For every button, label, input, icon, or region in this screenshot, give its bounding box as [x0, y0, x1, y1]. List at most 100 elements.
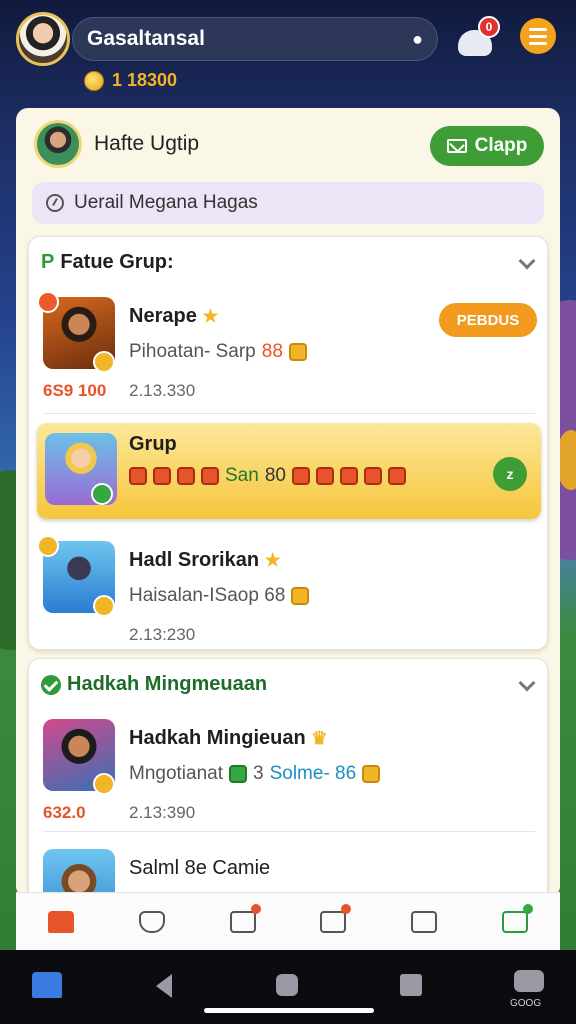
clock-icon	[46, 194, 64, 212]
item-score: 6S9 100	[43, 381, 107, 400]
list-item[interactable]: Hadl Srorikan ★ Haisalan-ISaop 68 2.13:2…	[29, 533, 547, 649]
coin-badge-icon	[93, 773, 115, 795]
gift-icon	[291, 467, 310, 485]
notification-dot	[250, 903, 261, 914]
info-text: Uerail Megana Hagas	[74, 192, 258, 213]
item-subtitle: Pihoatan- Sarp 88	[129, 341, 307, 363]
item-name-text: Hadkah Mingieuan	[129, 727, 306, 749]
list-item-highlighted[interactable]: Grup San 80 z	[37, 423, 541, 519]
mic-icon[interactable]: ●	[412, 29, 423, 50]
home-icon[interactable]	[32, 972, 62, 998]
section-card-featured: P Fatue Grup: Nerape ★ Pihoatan- Sarp 88…	[28, 236, 548, 650]
gift-number: 80	[264, 465, 286, 486]
star-icon: ★	[264, 550, 281, 570]
tab-chat[interactable]	[313, 902, 353, 942]
item-score: 632.0	[43, 803, 86, 822]
search-input[interactable]: Gasaltansal ●	[72, 17, 438, 61]
notifications-button[interactable]: 0	[456, 16, 500, 56]
go-button[interactable]: z	[493, 457, 527, 491]
item-subtitle: Haisalan-ISaop 68	[129, 585, 310, 607]
coin-badge-icon	[93, 351, 115, 373]
item-subtitle-number: 3	[253, 763, 264, 784]
notification-badge: 0	[478, 16, 500, 38]
section-title: Hadkah Mingmeuaan	[67, 673, 268, 695]
coin-badge-icon	[93, 595, 115, 617]
group-avatar[interactable]	[34, 120, 82, 168]
home-circle-icon[interactable]	[276, 974, 298, 996]
item-name-text: Nerape	[129, 305, 197, 327]
clapp-label: Clapp	[474, 135, 528, 156]
list-item[interactable]: Hadkah Mingieuan ♛ Mngotianat 3 Solme- 8…	[29, 711, 547, 827]
gift-icon	[362, 765, 381, 783]
dice-icon	[229, 910, 256, 933]
gift-icon	[153, 467, 171, 485]
tab-games[interactable]	[223, 902, 263, 942]
bottom-tab-bar	[16, 892, 560, 950]
tab-home[interactable]	[41, 902, 81, 942]
item-subtitle: Mngotianat 3 Solme- 86	[129, 763, 381, 785]
list-item[interactable]: Nerape ★ Pihoatan- Sarp 88 6S9 100 2.13.…	[29, 289, 547, 405]
section-title: Fatue Grup:	[60, 251, 174, 273]
coin-icon	[84, 70, 104, 91]
item-subtitle-number: 88	[261, 341, 283, 362]
item-name-text: Hadl Srorikan	[129, 549, 260, 571]
item-badge-icon	[37, 291, 59, 313]
menu-icon-line	[529, 41, 547, 45]
gift-icon	[288, 343, 307, 361]
divider	[43, 413, 535, 414]
section-header[interactable]: P Fatue Grup:	[41, 251, 174, 274]
item-name: Salml 8e Camie	[129, 857, 271, 879]
chevron-down-icon[interactable]	[518, 674, 536, 692]
item-time: 2.13:390	[129, 803, 196, 822]
tab-wallet[interactable]	[495, 902, 535, 942]
home-icon	[48, 910, 75, 933]
notification-dot	[341, 903, 352, 914]
gift-icon	[291, 587, 310, 605]
group-title: Hafte Ugtip	[94, 132, 200, 155]
gift-icon	[177, 467, 195, 485]
menu-button[interactable]	[520, 18, 556, 54]
list-item[interactable]: Salml 8e Camie	[29, 841, 547, 898]
section-card-weekly: Hadkah Mingmeuaan Hadkah Mingieuan ♛ Mng…	[28, 658, 548, 898]
coin-badge-icon	[37, 535, 59, 557]
gift-icon	[363, 467, 382, 485]
bonus-button[interactable]: PEBDUS	[439, 303, 537, 337]
message-icon	[410, 910, 437, 933]
item-subtitle-text: Pihoatan- Sarp	[129, 341, 256, 362]
gift-icon	[387, 467, 406, 485]
search-text: Gasaltansal	[87, 27, 205, 50]
recents-icon[interactable]	[400, 974, 422, 996]
bottle-icon	[229, 765, 248, 783]
tab-messages[interactable]	[404, 902, 444, 942]
back-icon[interactable]	[156, 974, 172, 998]
divider	[43, 831, 535, 832]
coin-value: 1 18300	[112, 70, 178, 90]
gesture-bar[interactable]	[204, 1008, 374, 1013]
star-icon: ★	[202, 306, 219, 326]
item-subtitle-text: Mngotianat	[129, 763, 224, 784]
mail-icon	[446, 139, 467, 153]
check-badge-icon	[91, 483, 113, 505]
section-header[interactable]: Hadkah Mingmeuaan	[41, 673, 267, 696]
gift-text: San	[225, 465, 259, 486]
menu-icon-line	[529, 27, 547, 31]
tab-shield[interactable]	[132, 902, 172, 942]
section-prefix: P	[41, 251, 55, 273]
assistant-icon[interactable]	[514, 970, 544, 992]
item-time: 2.13:230	[129, 625, 196, 644]
user-avatar[interactable]	[16, 12, 70, 66]
chevron-down-icon[interactable]	[518, 252, 536, 270]
gift-icon	[315, 467, 334, 485]
top-bar: Gasaltansal ● 0 1 18300	[0, 0, 576, 100]
clapp-button[interactable]: Clapp	[430, 126, 544, 166]
system-nav-bar: GOOG	[0, 950, 576, 1024]
gift-icon	[129, 467, 147, 485]
info-bar[interactable]: Uerail Megana Hagas	[32, 182, 544, 224]
check-icon	[41, 674, 61, 695]
item-time: 2.13.330	[129, 381, 196, 400]
menu-icon-line	[529, 34, 547, 38]
main-panel: Hafte Ugtip Clapp Uerail Megana Hagas P …	[16, 108, 560, 898]
gift-icon	[339, 467, 358, 485]
item-name: Grup	[129, 433, 177, 455]
assistant-label: GOOG	[510, 998, 542, 1009]
